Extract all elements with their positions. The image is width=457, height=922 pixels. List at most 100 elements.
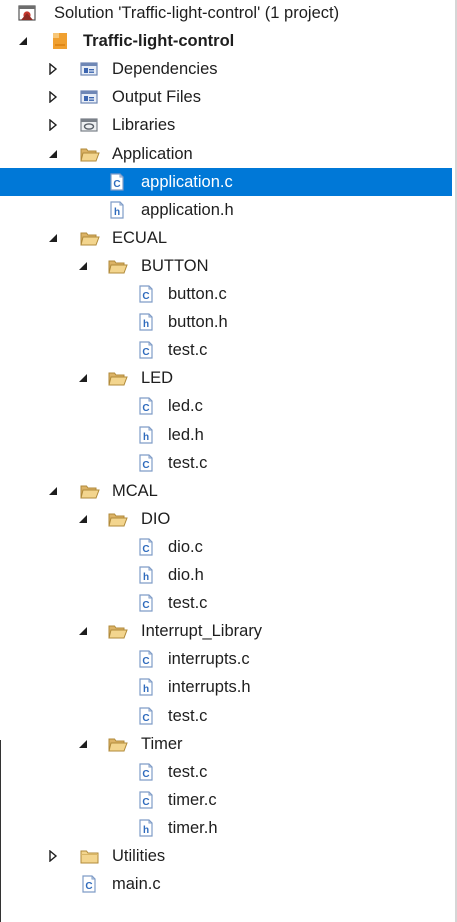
svg-text:C: C [85, 881, 92, 892]
tree-item-label: test.c [168, 453, 208, 472]
tree-item-application-c[interactable]: Capplication.c [0, 167, 452, 196]
tree-item-interrupts-c[interactable]: Cinterrupts.c [0, 645, 452, 673]
tree-item-led-c[interactable]: Cled.c [0, 392, 452, 420]
tree-item-label: LED [141, 369, 174, 388]
svg-text:h: h [114, 207, 120, 218]
tree-item-interrupt-library[interactable]: Interrupt_Library [0, 617, 452, 645]
tree-item-timer-c[interactable]: Ctimer.c [0, 786, 452, 814]
expand-arrow-icon[interactable] [47, 850, 59, 862]
tree-item-interrupts-h[interactable]: h interrupts.h [0, 673, 452, 701]
folder-open-icon [80, 145, 100, 163]
tree-item-dio-c[interactable]: Cdio.c [0, 533, 452, 561]
tree-item-label: main.c [112, 875, 161, 894]
tree-item-label: dio.c [168, 537, 203, 556]
tree-item-utilities[interactable]: Utilities [0, 842, 452, 870]
tree-item-traffic-light-control[interactable]: Traffic-light-control [0, 27, 452, 55]
tree-item-label: dio.h [168, 566, 204, 584]
folder-open-icon [108, 257, 128, 275]
tree-item-label: button.c [168, 285, 227, 303]
tree-item-label: Libraries [112, 116, 176, 135]
svg-text:C: C [142, 544, 149, 555]
tree-item-timer[interactable]: Timer [0, 730, 452, 758]
folder-closed-icon [80, 847, 99, 865]
expand-arrow-icon[interactable] [47, 119, 59, 132]
h-file-icon: h [108, 201, 126, 219]
tree-item-application-h[interactable]: h application.h [0, 196, 452, 224]
svg-text:C: C [142, 769, 149, 780]
tree-item-ecual[interactable]: ECUAL [0, 224, 452, 252]
tree-item-solution-traffic-light-control-1-project[interactable]: Solution 'Traffic-light-control' (1 proj… [0, 0, 452, 27]
tree-item-led[interactable]: LED [0, 364, 452, 392]
svg-text:h: h [143, 319, 149, 330]
project-icon [51, 32, 69, 50]
tree-item-libraries[interactable]: Libraries [0, 111, 452, 139]
tree-item-label: Output Files [112, 88, 201, 107]
tree-item-output-files[interactable]: Output Files [0, 83, 452, 111]
solution-explorer-tree: Solution 'Traffic-light-control' (1 proj… [0, 0, 457, 922]
tree-item-button-c[interactable]: Cbutton.c [0, 280, 452, 308]
svg-text:h: h [143, 825, 149, 836]
h-file-icon: h [137, 566, 155, 584]
tree-item-label: interrupts.h [168, 678, 251, 697]
tree-item-main-c[interactable]: Cmain.c [0, 870, 452, 898]
tree-item-test-c[interactable]: Ctest.c [0, 702, 452, 730]
folder-open-icon [108, 510, 128, 528]
collapse-arrow-icon[interactable] [47, 148, 59, 160]
svg-text:C: C [142, 347, 149, 358]
svg-text:C: C [142, 291, 149, 302]
tree-item-label: Application [112, 144, 193, 163]
output-files-icon [80, 88, 98, 106]
tree-item-label: button.h [168, 313, 228, 332]
tree-item-label: Traffic-light-control [83, 32, 235, 51]
c-file-icon: C [137, 453, 155, 472]
collapse-arrow-icon[interactable] [47, 485, 59, 497]
tree-item-led-h[interactable]: h led.h [0, 421, 452, 449]
tree-item-mcal[interactable]: MCAL [0, 477, 452, 505]
c-file-icon: C [137, 397, 155, 415]
folder-open-icon [80, 229, 100, 247]
c-file-icon: C [137, 538, 155, 556]
tree-item-label: test.c [168, 706, 208, 725]
tree-item-label: application.c [141, 172, 233, 191]
tree-item-test-c[interactable]: Ctest.c [0, 336, 452, 364]
expand-arrow-icon[interactable] [47, 91, 59, 104]
collapse-arrow-icon[interactable] [77, 260, 89, 272]
c-file-icon: C [137, 791, 155, 809]
c-file-icon: C [137, 594, 155, 612]
c-file-icon: C [137, 341, 155, 359]
tree-item-label: test.c [168, 762, 208, 781]
tree-item-dependencies[interactable]: Dependencies [0, 55, 452, 83]
c-file-icon: C [108, 172, 126, 191]
svg-text:C: C [142, 403, 149, 414]
tree-item-label: test.c [168, 341, 208, 360]
collapse-arrow-icon[interactable] [17, 35, 29, 47]
tree-item-test-c[interactable]: Ctest.c [0, 449, 452, 477]
tree-item-label: Solution 'Traffic-light-control' (1 proj… [54, 4, 340, 22]
tree-item-label: timer.c [168, 790, 217, 809]
tree-item-button-h[interactable]: h button.h [0, 308, 452, 336]
c-file-icon: C [137, 285, 155, 303]
collapse-arrow-icon[interactable] [47, 232, 59, 244]
h-file-icon: h [137, 678, 155, 696]
tree-item-label: led.h [168, 425, 204, 444]
folder-open-icon [108, 369, 128, 387]
expand-arrow-icon[interactable] [47, 63, 59, 76]
collapse-arrow-icon[interactable] [77, 625, 89, 637]
collapse-arrow-icon[interactable] [77, 738, 89, 750]
tree-item-application[interactable]: Application [0, 140, 452, 168]
svg-text:C: C [113, 179, 120, 190]
collapse-arrow-icon[interactable] [77, 372, 89, 384]
tree-item-test-c[interactable]: Ctest.c [0, 758, 452, 786]
svg-text:C: C [142, 600, 149, 611]
tree-item-label: test.c [168, 594, 208, 613]
svg-text:C: C [142, 460, 149, 471]
svg-text:h: h [143, 684, 149, 695]
tree-item-button[interactable]: BUTTON [0, 252, 452, 280]
collapse-arrow-icon[interactable] [77, 513, 89, 525]
tree-item-dio-h[interactable]: h dio.h [0, 561, 452, 589]
svg-text:C: C [142, 656, 149, 667]
tree-item-test-c[interactable]: Ctest.c [0, 589, 452, 617]
tree-item-dio[interactable]: DIO [0, 505, 452, 533]
tree-item-timer-h[interactable]: h timer.h [0, 814, 452, 842]
c-file-icon: C [137, 706, 155, 725]
